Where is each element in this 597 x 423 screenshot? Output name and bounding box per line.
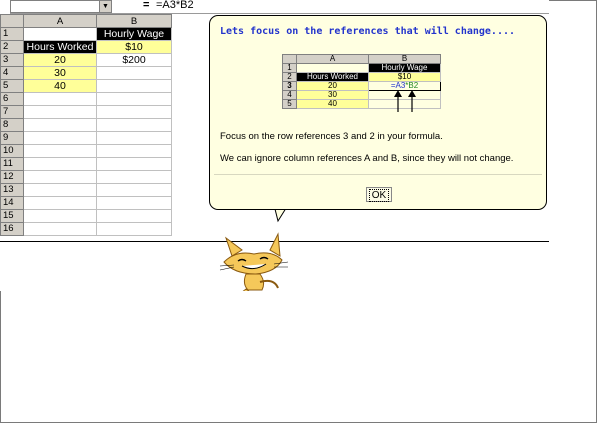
cell-grid: A B 1 Hourly Wage 2 Hours Worked $10 3 2…	[0, 14, 172, 236]
formula-text[interactable]: =A3*B2	[156, 0, 194, 11]
row-header[interactable]: 4	[0, 66, 24, 80]
dropdown-arrow-icon[interactable]: ▼	[99, 1, 111, 12]
cell-b3[interactable]: $200	[96, 53, 172, 67]
mini-column-b: B	[368, 54, 441, 64]
ok-label: OK	[368, 189, 390, 202]
row-header[interactable]: 5	[0, 79, 24, 93]
row-header[interactable]: 12	[0, 170, 24, 184]
row-header[interactable]: 6	[0, 92, 24, 106]
row-header[interactable]: 16	[0, 222, 24, 236]
row-header[interactable]: 15	[0, 209, 24, 223]
formula-bar: ▼ = =A3*B2	[10, 0, 549, 14]
cell[interactable]	[23, 92, 97, 106]
name-box[interactable]: ▼	[10, 0, 112, 13]
cell-b1[interactable]: Hourly Wage	[96, 27, 172, 41]
balloon-divider	[214, 174, 542, 175]
cell[interactable]	[23, 170, 97, 184]
row-header[interactable]: 2	[0, 40, 24, 54]
assistant-balloon: Lets focus on the references that will c…	[209, 15, 547, 210]
cell-b2[interactable]: $10	[96, 40, 172, 54]
balloon-paragraph-2: We can ignore column references A and B,…	[220, 153, 514, 164]
cell[interactable]	[23, 118, 97, 132]
row-header[interactable]: 11	[0, 157, 24, 171]
equals-sign: =	[143, 0, 150, 11]
cell-b4[interactable]	[96, 66, 172, 80]
cell[interactable]	[23, 183, 97, 197]
ok-button[interactable]: OK	[366, 187, 392, 202]
mini-row-header: 2	[282, 72, 297, 82]
column-header-a[interactable]: A	[23, 14, 97, 28]
cell[interactable]	[23, 131, 97, 145]
cell[interactable]	[23, 144, 97, 158]
mini-cell-a4: 30	[296, 90, 369, 100]
column-header-b[interactable]: B	[96, 14, 172, 28]
cell[interactable]	[96, 105, 172, 119]
cell[interactable]	[96, 196, 172, 210]
cell[interactable]	[23, 157, 97, 171]
cell[interactable]	[23, 105, 97, 119]
cell[interactable]	[23, 209, 97, 223]
balloon-paragraph-1: Focus on the row references 3 and 2 in y…	[220, 131, 443, 142]
row-header[interactable]: 1	[0, 27, 24, 41]
cell[interactable]	[96, 222, 172, 236]
row-header[interactable]: 8	[0, 118, 24, 132]
cell-a2[interactable]: Hours Worked	[23, 40, 97, 54]
cell-a5[interactable]: 40	[23, 79, 97, 93]
cell-b5[interactable]	[96, 79, 172, 93]
row-header[interactable]: 9	[0, 131, 24, 145]
select-all-corner[interactable]	[0, 14, 24, 28]
balloon-title: Lets focus on the references that will c…	[220, 26, 516, 37]
cell[interactable]	[23, 222, 97, 236]
cell[interactable]	[96, 170, 172, 184]
cell-a1[interactable]	[23, 27, 97, 41]
cell-a4[interactable]: 30	[23, 66, 97, 80]
row-header[interactable]: 10	[0, 144, 24, 158]
mini-cell-b1: Hourly Wage	[368, 63, 441, 73]
mini-cell-a3: 20	[296, 81, 369, 91]
row-reference-arrows-icon	[394, 90, 416, 112]
mini-corner	[282, 54, 297, 64]
mini-row-header: 1	[282, 63, 297, 73]
mini-row-header: 3	[282, 81, 297, 91]
cell[interactable]	[96, 131, 172, 145]
mini-cell-a1	[296, 63, 369, 73]
cell[interactable]	[96, 92, 172, 106]
cell[interactable]	[96, 144, 172, 158]
row-header[interactable]: 7	[0, 105, 24, 119]
office-assistant-cat-icon[interactable]	[216, 232, 292, 291]
mini-cell-a5: 40	[296, 99, 369, 109]
mini-cell-b2: $10	[368, 72, 441, 82]
cell-a3[interactable]: 20	[23, 53, 97, 67]
cell[interactable]	[96, 209, 172, 223]
row-header[interactable]: 14	[0, 196, 24, 210]
cell[interactable]	[23, 196, 97, 210]
cell[interactable]	[96, 118, 172, 132]
mini-row-header: 4	[282, 90, 297, 100]
row-header[interactable]: 13	[0, 183, 24, 197]
cell[interactable]	[96, 183, 172, 197]
mini-column-a: A	[296, 54, 369, 64]
row-header[interactable]: 3	[0, 53, 24, 67]
cell[interactable]	[96, 157, 172, 171]
mini-row-header: 5	[282, 99, 297, 109]
mini-cell-a2: Hours Worked	[296, 72, 369, 82]
